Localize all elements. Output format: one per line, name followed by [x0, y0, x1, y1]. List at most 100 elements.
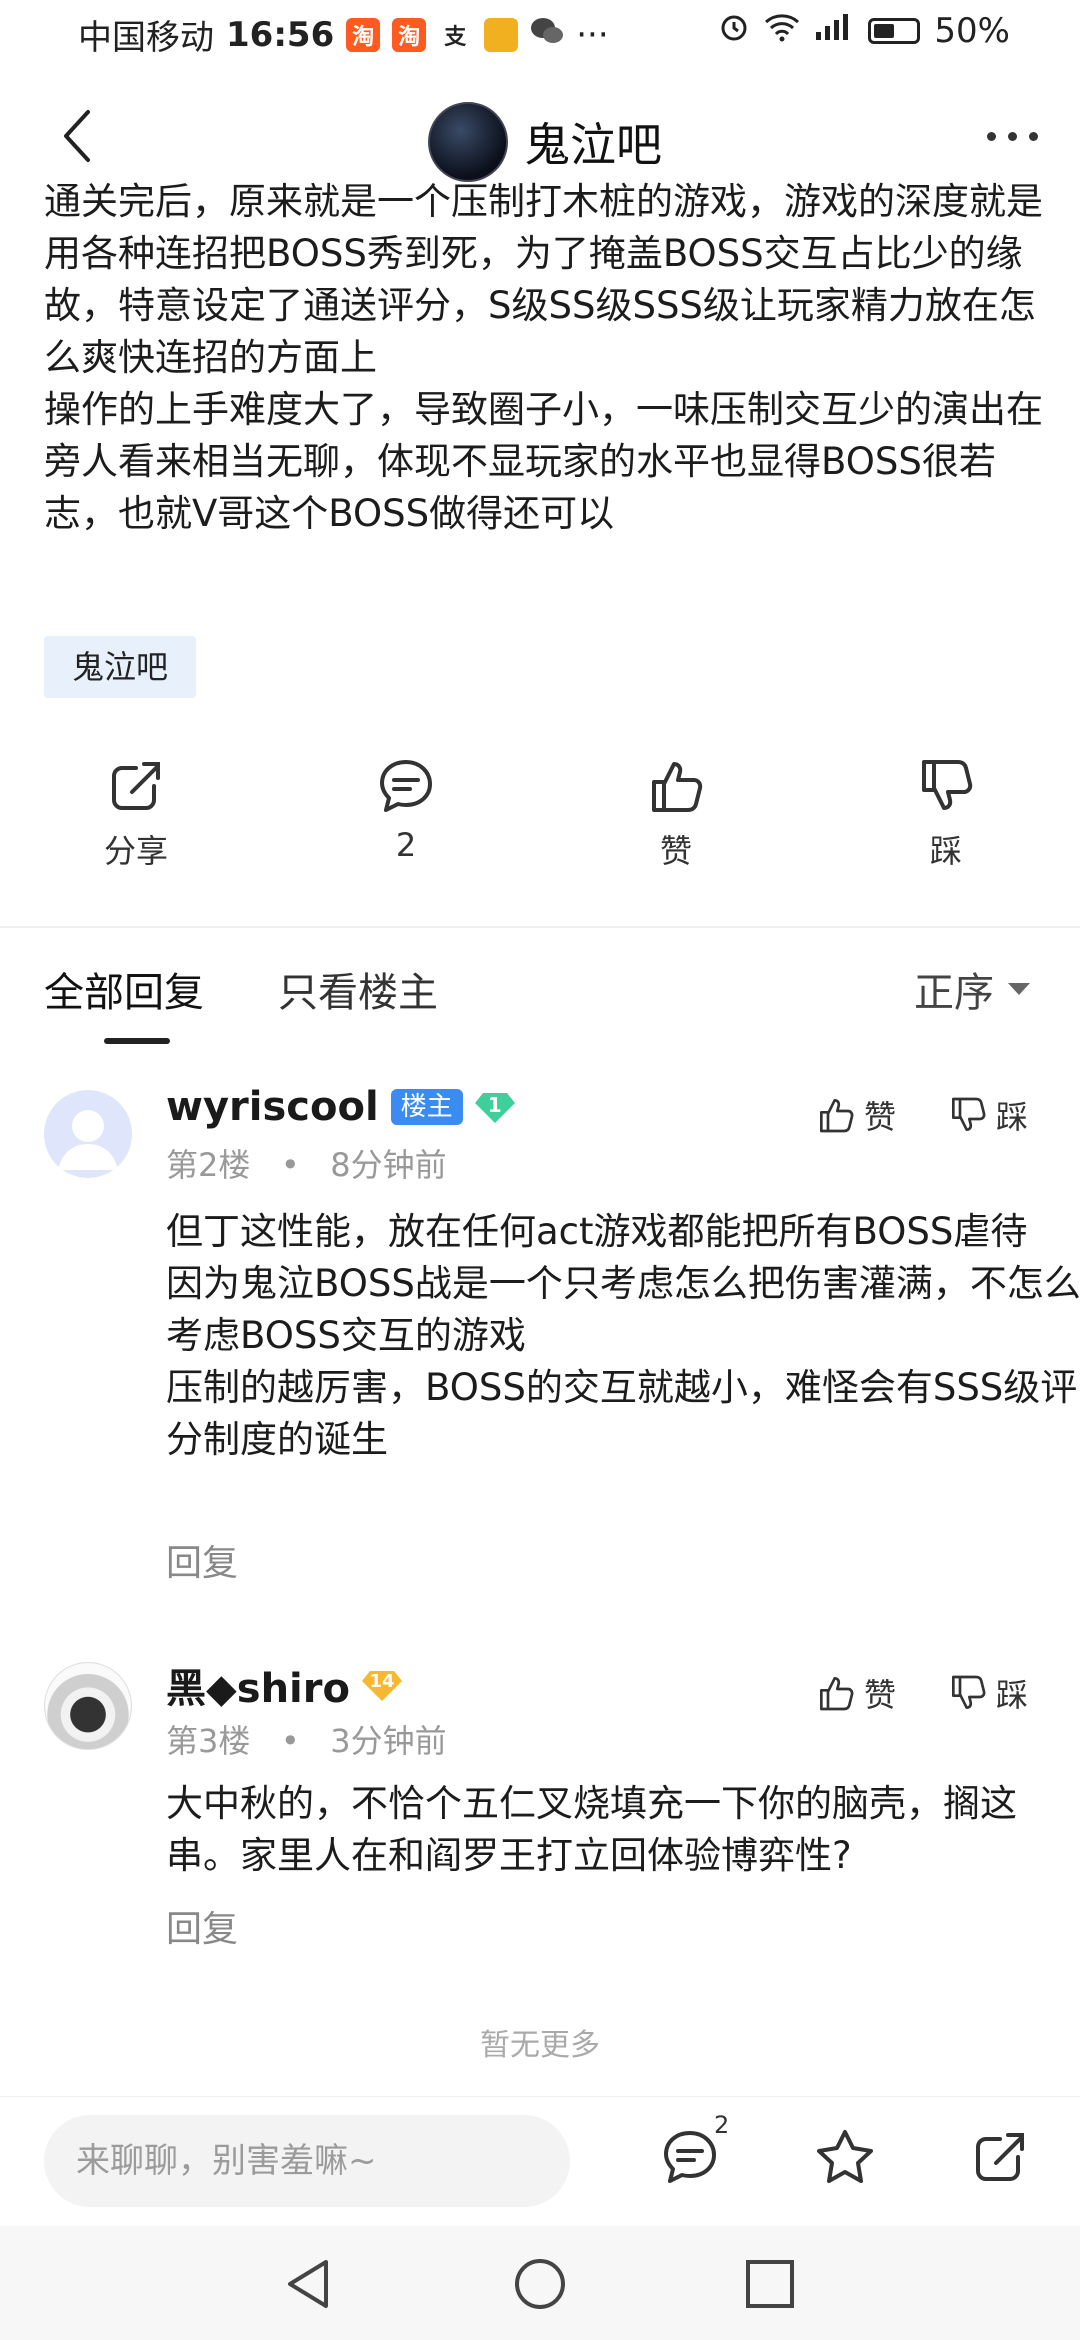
comments-button[interactable]	[660, 2127, 720, 2191]
system-nav-bar	[0, 2226, 1080, 2340]
post-action-bar: 分享 2 赞 踩	[0, 756, 1080, 896]
tab-all-replies[interactable]: 全部回复	[44, 960, 204, 1018]
favorite-button[interactable]	[814, 2127, 876, 2191]
comment-icon	[380, 760, 432, 812]
reply-body: 大中秋的，不恰个五仁叉烧填充一下你的脑壳，搁这串。家里人在和阎罗王打立回体验博弈…	[166, 1778, 1080, 1882]
comment-count-badge: 2	[714, 2111, 730, 2139]
thumbs-up-icon	[652, 762, 703, 812]
op-badge: 楼主	[390, 1089, 463, 1125]
reply-like-label: 赞	[864, 1098, 897, 1136]
post-paragraph: 通关完后，原来就是一个压制打木桩的游戏，游戏的深度就是用各种连招把BOSS秀到死…	[44, 180, 1043, 379]
comment-button[interactable]: 2	[326, 756, 486, 864]
forum-avatar	[428, 102, 508, 182]
reply-dislike-button[interactable]: 踩	[948, 1092, 1028, 1138]
nav-home-button[interactable]	[512, 2256, 568, 2316]
bottom-comment-bar: 来聊聊，别害羞嘛~ 2	[0, 2096, 1080, 2227]
floor-number: 第3楼	[166, 1722, 251, 1760]
nav-recents-button[interactable]	[744, 2258, 796, 2314]
reply-button[interactable]: 回复	[166, 1534, 238, 1586]
reply-line: 大中秋的，不恰个五仁叉烧填充一下你的脑壳，搁这串。家里人在和阎罗王打立回体验博弈…	[166, 1782, 1017, 1877]
tab-op-only[interactable]: 只看楼主	[278, 960, 438, 1018]
comment-count: 2	[395, 826, 417, 864]
more-dot	[1008, 132, 1017, 141]
thumbs-down-icon	[952, 1097, 986, 1131]
end-of-list-text: 暂无更多	[480, 2028, 600, 2063]
clock: 16:56	[226, 14, 335, 55]
reply-line: 但丁这性能，放在任何act游戏都能把所有BOSS虐待	[166, 1210, 1028, 1253]
level-number: 1	[487, 1093, 502, 1117]
share-button-bottom[interactable]	[970, 2127, 1030, 2191]
thumbs-up-icon	[820, 1677, 854, 1711]
status-bar: 中国移动 16:56 淘 淘 支 ··· 50%	[0, 0, 1080, 76]
thumbs-down-icon	[922, 760, 973, 810]
default-avatar-icon	[58, 1110, 118, 1170]
avatar[interactable]	[44, 1090, 132, 1178]
alarm-icon	[718, 10, 750, 51]
floor-number: 第2楼	[166, 1146, 251, 1184]
more-dots-icon	[987, 132, 996, 141]
status-right: 50%	[718, 10, 1010, 51]
signal-icon	[814, 11, 854, 51]
caret-down-icon	[1008, 983, 1030, 995]
reply-line: 压制的越厉害，BOSS的交互就越小，难怪会有SSS级评分制度的诞生	[166, 1366, 1078, 1461]
nav-back-button[interactable]	[282, 2256, 334, 2316]
wechat-icon	[530, 15, 564, 55]
more-dot	[1029, 132, 1038, 141]
square-recents-icon	[746, 2260, 794, 2308]
carrier-label: 中国移动	[78, 18, 214, 58]
alipay-icon: 支	[444, 24, 467, 50]
share-label: 分享	[103, 832, 168, 870]
avatar[interactable]	[44, 1662, 132, 1750]
thumbs-up-icon	[820, 1099, 854, 1133]
reply-meta: 第2楼 • 8分钟前	[166, 1140, 447, 1186]
level-badge: 1	[474, 1089, 515, 1125]
like-label: 赞	[659, 832, 692, 870]
battery-percent: 50%	[934, 10, 1010, 51]
reply-dislike-label: 踩	[996, 1098, 1029, 1136]
forum-title: 鬼泣吧	[524, 118, 662, 172]
sort-dropdown[interactable]: 正序	[914, 960, 1030, 1018]
level-number: 14	[369, 1671, 395, 1692]
username[interactable]: wyriscool	[166, 1084, 379, 1130]
more-options-button[interactable]	[987, 132, 1038, 141]
comment-icon	[664, 2131, 716, 2183]
dislike-button[interactable]: 踩	[866, 756, 1026, 872]
forum-header[interactable]: 鬼泣吧	[428, 102, 662, 182]
circle-home-icon	[515, 2259, 565, 2309]
share-button[interactable]: 分享	[56, 756, 216, 872]
wifi-icon	[764, 11, 800, 51]
reply-button[interactable]: 回复	[166, 1900, 238, 1952]
status-left: 中国移动 16:56 淘 淘 支 ···	[78, 10, 609, 59]
star-icon	[817, 2130, 873, 2183]
post-paragraph: 操作的上手难度大了，导致圈子小，一味压制交互少的演出在旁人看来相当无聊，体现不显…	[44, 388, 1043, 535]
taobao-icon-2: 淘	[392, 17, 427, 52]
reply-meta: 第3楼 • 3分钟前	[166, 1716, 447, 1762]
triangle-back-icon	[288, 2260, 328, 2308]
reply-author-row: wyriscool 楼主 1	[166, 1084, 515, 1130]
sort-label: 正序	[914, 970, 994, 1016]
like-button[interactable]: 赞	[596, 756, 756, 872]
meta-dot: •	[260, 1146, 321, 1184]
more-notifications-icon: ···	[576, 14, 609, 55]
dislike-label: 踩	[929, 832, 962, 870]
reply-body: 但丁这性能，放在任何act游戏都能把所有BOSS虐待 因为鬼泣BOSS战是一个只…	[166, 1206, 1080, 1466]
username[interactable]: 黑◆shiro	[166, 1656, 350, 1714]
meta-dot: •	[260, 1722, 321, 1760]
comment-input[interactable]: 来聊聊，别害羞嘛~	[44, 2115, 570, 2207]
taobao-icon: 淘	[346, 17, 381, 52]
back-button[interactable]	[58, 106, 118, 176]
thumbs-down-icon	[952, 1675, 986, 1709]
reply-time: 8分钟前	[330, 1146, 447, 1184]
reply-line: 因为鬼泣BOSS战是一个只考虑怎么把伤害灌满，不怎么考虑BOSS交互的游戏	[166, 1262, 1080, 1357]
back-chevron-icon	[64, 110, 90, 162]
divider	[0, 926, 1080, 928]
share-icon	[112, 762, 160, 810]
forum-tag[interactable]: 鬼泣吧	[44, 636, 197, 698]
reply-dislike-button[interactable]: 踩	[948, 1670, 1028, 1716]
reply-like-label: 赞	[864, 1676, 897, 1714]
reply-like-button[interactable]: 赞	[816, 1670, 896, 1716]
reply-like-button[interactable]: 赞	[816, 1092, 896, 1138]
battery-icon	[868, 17, 921, 44]
reply-dislike-label: 踩	[996, 1676, 1029, 1714]
post-body: 通关完后，原来就是一个压制打木桩的游戏，游戏的深度就是用各种连招把BOSS秀到死…	[44, 176, 1044, 540]
